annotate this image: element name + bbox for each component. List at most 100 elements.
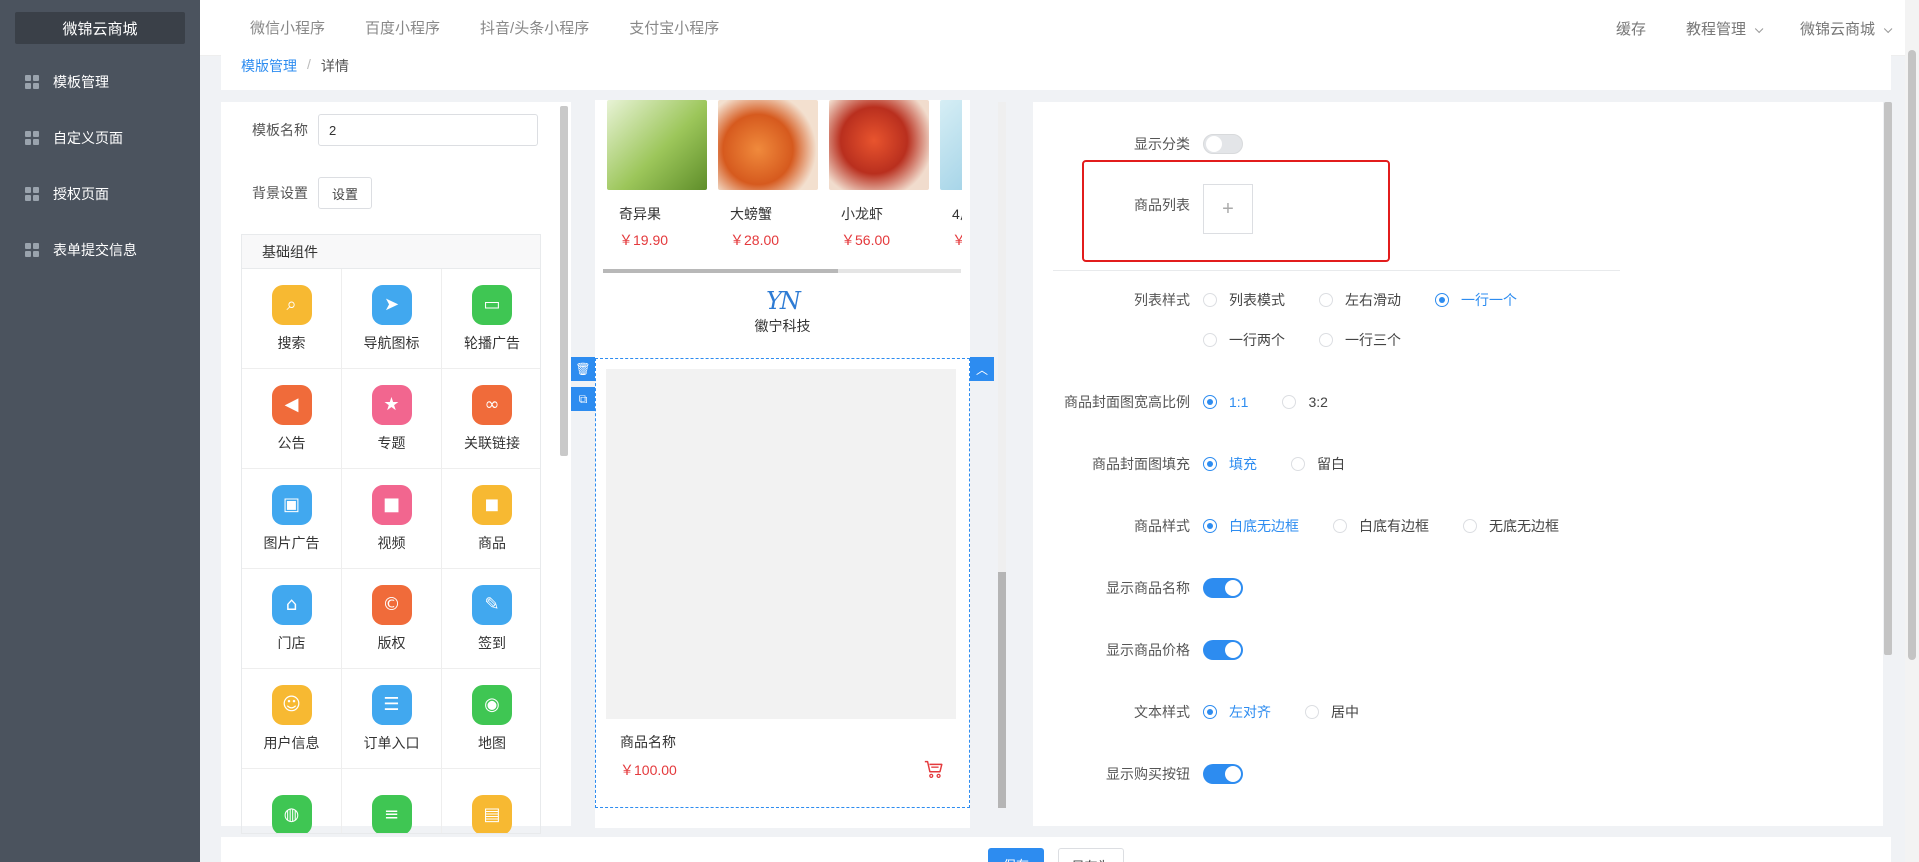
preview-scrollbar-thumb[interactable] [998,572,1006,808]
sidebar-item-custom-page[interactable]: 自定义页面 [0,110,200,166]
move-up-button[interactable]: ︿ [970,357,994,381]
radio-white-no-border[interactable]: 白底无边框 [1203,516,1299,536]
top-navigation: 微信小程序 百度小程序 抖音/头条小程序 支付宝小程序 缓存 教程管理 微锦云商… [200,0,1919,56]
save-as-button[interactable]: 另存为 [1058,848,1124,862]
template-name-label: 模板名称 [252,122,308,138]
component-pen[interactable]: ✎ 签到 [442,569,540,669]
sidebar-item-form-submissions[interactable]: 表单提交信息 [0,222,200,278]
radio-ratio-1-1[interactable]: 1:1 [1203,394,1248,410]
component-user-card[interactable]: ☺ 用户信息 [242,669,342,769]
component-wechat[interactable]: ◍ [242,769,342,833]
component-megaphone[interactable]: ◀ 公告 [242,369,342,469]
page-scrollbar[interactable] [1905,0,1919,862]
component-panel-scrollbar[interactable] [560,106,568,456]
component-clipboard[interactable]: ☰ 订单入口 [342,669,442,769]
product-carousel[interactable]: 奇异果 ￥19.90 大螃蟹 ￥28.00 小龙虾 ￥56.00 4斤 ￥ [607,100,962,270]
radio-list-mode[interactable]: 列表模式 [1203,290,1285,310]
save-button[interactable]: 保存 [988,848,1044,862]
trash-icon: 🗑 [575,362,591,376]
component-label: 订单入口 [363,734,420,751]
show-price-toggle[interactable] [1203,640,1243,660]
radio-align-left[interactable]: 左对齐 [1203,702,1271,722]
component-form[interactable]: ≡ [342,769,442,833]
sidebar-item-template-management[interactable]: 模板管理 [0,54,200,110]
bag-icon: ◼ [472,484,512,525]
radio-fill[interactable]: 填充 [1203,454,1257,474]
company-name: 徽宁科技 [754,318,811,334]
show-buy-row: 显示购买按钮 [1106,762,1243,786]
list-style-row-2: 一行两个 一行三个 [1203,328,1435,352]
sidebar-item-auth-page[interactable]: 授权页面 [0,166,200,222]
tab-douyin-miniprogram[interactable]: 抖音/头条小程序 [480,17,589,38]
component-label: 版权 [377,634,406,651]
product-card[interactable]: 小龙虾 ￥56.00 [829,100,929,250]
cache-link[interactable]: 缓存 [1616,18,1646,39]
navigation-icon: ➤ [371,284,412,325]
component-video[interactable]: ■ 视频 [342,469,442,569]
radio-three-per-row[interactable]: 一行三个 [1319,330,1401,350]
radio-one-per-row[interactable]: 一行一个 [1435,290,1517,310]
radio-blank[interactable]: 留白 [1291,454,1345,474]
breadcrumb-link-templates[interactable]: 模版管理 [241,56,297,76]
radio-no-bg-no-border[interactable]: 无底无边框 [1463,516,1559,536]
component-picture[interactable]: ▤ [442,769,540,833]
search-icon: ⌕ [271,284,312,325]
image-icon: ▣ [271,484,312,525]
radio-ratio-3-2[interactable]: 3:2 [1282,394,1328,410]
page-scrollbar-thumb[interactable] [1908,50,1916,660]
preview-scrollbar[interactable] [998,102,1006,808]
grid-icon [25,131,39,145]
component-store[interactable]: ⌂ 门店 [242,569,342,669]
show-category-label: 显示分类 [1134,136,1190,152]
product-image-kiwi [607,100,707,190]
product-image-crayfish [829,100,929,190]
account-dropdown[interactable]: 微锦云商城 [1799,18,1893,39]
show-category-toggle[interactable] [1203,134,1243,154]
grid-icon [25,243,39,257]
component-navigation[interactable]: ➤ 导航图标 [342,269,442,369]
product-card[interactable]: 大螃蟹 ￥28.00 [718,100,818,250]
component-panel: 模板名称 背景设置 设置 基础组件 ⌕ 搜索 ➤ 导航图标 ▭ 轮播广告 ◀ 公告 ★ 专题 ∞ 关联… [221,102,571,834]
account-label: 微锦云商城 [1799,20,1875,38]
selected-product-module[interactable]: 商品名称 ￥100.00 [595,358,970,808]
component-badge[interactable]: ★ 专题 [342,369,442,469]
product-card[interactable]: 4斤 ￥ [940,100,962,250]
component-carousel[interactable]: ▭ 轮播广告 [442,269,540,369]
background-label: 背景设置 [252,185,308,201]
background-settings-button[interactable]: 设置 [318,177,373,209]
template-name-input[interactable] [318,114,538,146]
top-right-menu: 缓存 教程管理 微锦云商城 [1616,0,1893,56]
component-map-pin[interactable]: ◉ 地图 [442,669,540,769]
radio-white-border[interactable]: 白底有边框 [1333,516,1429,536]
component-label: 搜索 [277,334,306,351]
component-image[interactable]: ▣ 图片广告 [242,469,342,569]
wechat-icon: ◍ [271,794,312,833]
product-placeholder-image [606,369,956,719]
component-bag[interactable]: ◼ 商品 [442,469,540,569]
show-buy-toggle[interactable] [1203,764,1243,784]
component-link[interactable]: ∞ 关联链接 [442,369,540,469]
text-style-label: 文本样式 [1134,704,1190,720]
carousel-scrollbar[interactable] [603,269,961,273]
carousel-scrollbar-thumb[interactable] [603,269,838,273]
tab-alipay-miniprogram[interactable]: 支付宝小程序 [629,17,719,38]
copy-module-button[interactable]: ⧉ [571,387,595,411]
show-name-toggle[interactable] [1203,578,1243,598]
tab-wechat-miniprogram[interactable]: 微信小程序 [250,17,325,38]
radio-two-per-row[interactable]: 一行两个 [1203,330,1285,350]
component-search[interactable]: ⌕ 搜索 [242,269,342,369]
product-card[interactable]: 奇异果 ￥19.90 [607,100,707,250]
user-card-icon: ☺ [271,684,312,725]
brand-logo[interactable]: 微锦云商城 [15,12,185,44]
tutorial-dropdown[interactable]: 教程管理 [1685,18,1764,39]
radio-horizontal-scroll[interactable]: 左右滑动 [1319,290,1401,310]
cart-icon[interactable] [923,758,945,780]
radio-align-center[interactable]: 居中 [1305,702,1359,722]
product-name: 奇异果 [619,206,661,222]
delete-module-button[interactable]: 🗑 [571,357,595,381]
text-style-row: 文本样式 左对齐 居中 [1134,700,1393,724]
component-copyright[interactable]: © 版权 [342,569,442,669]
tab-baidu-miniprogram[interactable]: 百度小程序 [365,17,440,38]
tutorial-label: 教程管理 [1685,20,1746,38]
settings-scrollbar[interactable] [1884,102,1892,655]
